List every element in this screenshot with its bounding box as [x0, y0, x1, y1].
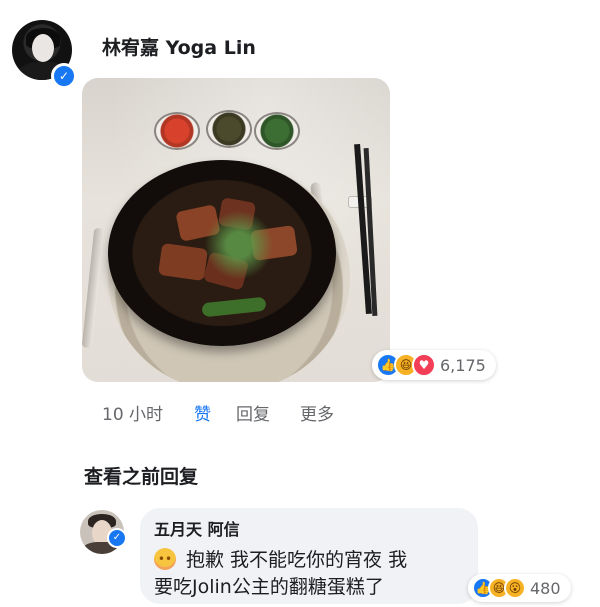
post-timestamp[interactable]: 10 小时: [102, 400, 194, 425]
reply-button[interactable]: 回复: [236, 400, 300, 425]
reaction-count: 480: [530, 578, 561, 598]
love-icon: ♥: [412, 353, 436, 377]
post-author-name[interactable]: 林宥嘉 Yoga Lin: [102, 33, 256, 60]
post-reactions[interactable]: 👍 😆 ♥ 6,175: [372, 350, 496, 380]
flushed-face-icon: ••: [154, 547, 176, 570]
like-button[interactable]: 赞: [194, 400, 236, 425]
side-dish-greens: [254, 112, 300, 150]
reply-text: 抱歉 我不能吃你的宵夜 我: [186, 549, 408, 571]
post-photo[interactable]: [82, 78, 390, 382]
verified-badge-icon: ✓: [107, 528, 127, 548]
wow-icon: 😮: [504, 577, 526, 599]
post-actions: 10 小时 赞 回复 更多: [102, 400, 334, 425]
avatar-face: [32, 34, 54, 62]
side-dish-pickles: [206, 110, 252, 148]
view-previous-replies-link[interactable]: 查看之前回复: [84, 462, 198, 489]
more-button[interactable]: 更多: [300, 400, 334, 425]
sprouts-garnish: [194, 210, 284, 280]
reply-author-name[interactable]: 五月天 阿信: [154, 516, 240, 540]
reaction-count: 6,175: [440, 355, 486, 375]
verified-badge-icon: ✓: [51, 63, 77, 89]
reply-text-line1: •• 抱歉 我不能吃你的宵夜 我: [154, 545, 407, 572]
reply-text-line2: 要吃Jolin公主的翻糖蛋糕了: [154, 576, 384, 598]
side-dish-kimchi: [154, 112, 200, 150]
reply-reactions[interactable]: 👍 😆 😮 480: [468, 574, 571, 602]
